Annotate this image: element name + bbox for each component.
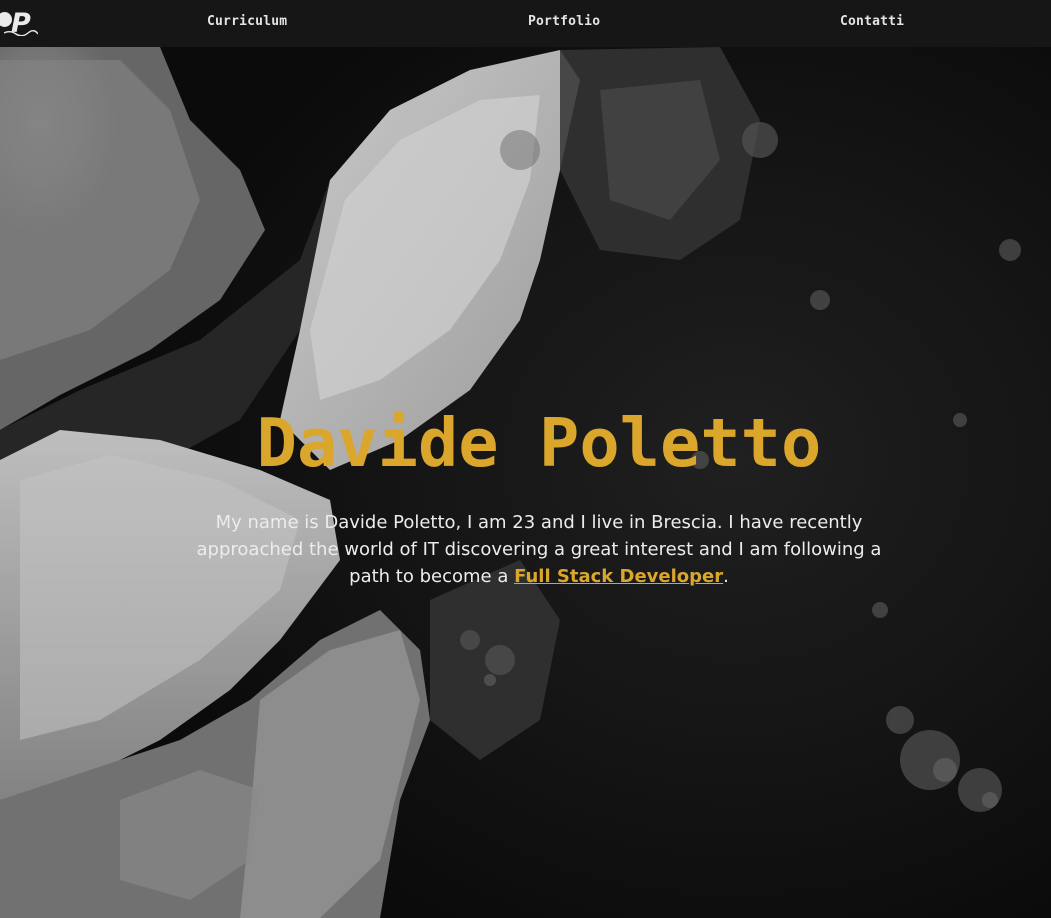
nav-link-curriculum[interactable]: Curriculum bbox=[207, 14, 287, 29]
hero-intro: My name is Davide Poletto, I am 23 and I… bbox=[178, 509, 900, 590]
top-navbar: P Curriculum Portfolio Contatti bbox=[0, 0, 1051, 47]
logo-letter: P bbox=[11, 8, 31, 39]
hero-title: Davide Poletto bbox=[256, 404, 822, 482]
full-stack-developer-link[interactable]: Full Stack Developer bbox=[514, 566, 723, 587]
hero-intro-end: . bbox=[723, 566, 729, 587]
nav-link-portfolio[interactable]: Portfolio bbox=[528, 14, 600, 29]
nav-link-contatti[interactable]: Contatti bbox=[840, 14, 904, 29]
logo-underline-icon bbox=[4, 30, 38, 36]
page: P Curriculum Portfolio Contatti Davide P… bbox=[0, 0, 1051, 918]
site-logo[interactable]: P bbox=[0, 4, 40, 40]
